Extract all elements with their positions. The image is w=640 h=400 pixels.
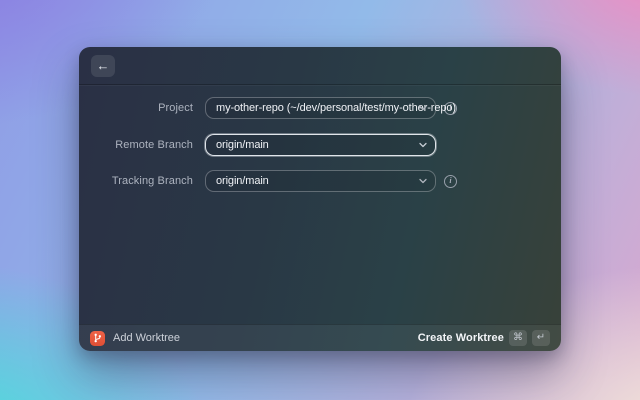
remote-branch-select[interactable]: origin/main — [205, 134, 436, 156]
return-key-icon: ↵ — [532, 330, 550, 346]
remote-branch-row: Remote Branch origin/main — [79, 134, 561, 156]
dialog-footer: Add Worktree Create Worktree ⌘ ↵ — [79, 324, 561, 351]
chevron-down-icon — [419, 178, 427, 184]
remote-branch-select-value: origin/main — [216, 139, 269, 151]
tracking-branch-info-icon[interactable]: i — [444, 174, 457, 188]
back-icon: ← — [96, 58, 110, 73]
info-glyph: i — [449, 176, 452, 185]
project-label: Project — [158, 102, 193, 114]
tracking-branch-row: Tracking Branch origin/main i — [79, 170, 561, 192]
project-select[interactable]: my-other-repo (~/dev/personal/test/my-ot… — [205, 97, 456, 119]
command-key-icon: ⌘ — [509, 330, 527, 346]
tracking-branch-label: Tracking Branch — [111, 175, 193, 187]
chevron-down-icon — [419, 105, 427, 111]
remote-branch-label: Remote Branch — [115, 139, 193, 151]
project-row: Project my-other-repo (~/dev/personal/te… — [79, 97, 561, 119]
add-worktree-dialog: ← Project my-other-repo (~/dev/personal/… — [79, 47, 561, 351]
create-worktree-button[interactable]: Create Worktree ⌘ ↵ — [418, 330, 550, 346]
back-button[interactable]: ← — [91, 54, 115, 77]
tracking-branch-select[interactable]: origin/main — [205, 170, 436, 192]
git-worktree-app-icon — [90, 330, 105, 346]
create-worktree-label: Create Worktree — [417, 332, 504, 344]
git-branch-icon — [94, 333, 102, 343]
dialog-header: ← — [79, 47, 561, 85]
tracking-branch-select-value: origin/main — [216, 175, 269, 187]
chevron-down-icon — [419, 142, 427, 148]
dialog-title: Add Worktree — [113, 332, 181, 344]
